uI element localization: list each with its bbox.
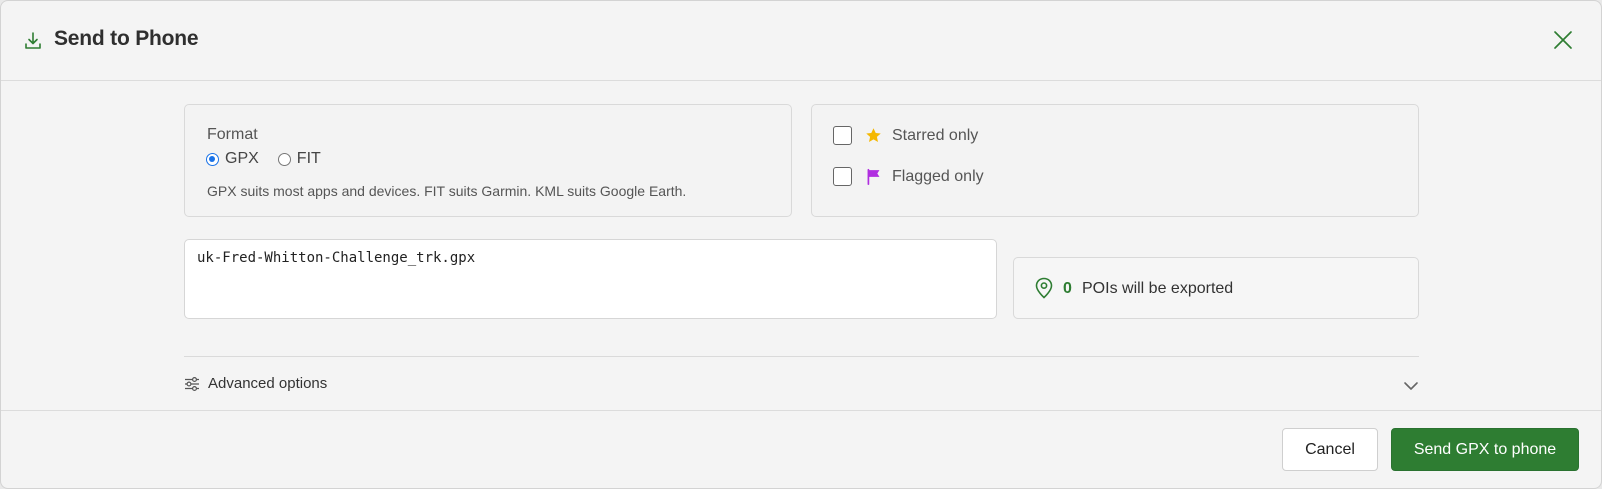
poi-export-text: POIs will be exported bbox=[1082, 280, 1234, 297]
download-icon bbox=[25, 32, 41, 49]
advanced-options-label[interactable]: Advanced options bbox=[208, 375, 327, 392]
format-radio-gpx[interactable] bbox=[206, 152, 219, 166]
send-to-phone-dialog: Send to Phone Format GPX FIT GPX suits m… bbox=[0, 0, 1602, 489]
flagged-only-label[interactable]: Flagged only bbox=[892, 168, 984, 186]
format-radio-group: GPX FIT bbox=[206, 150, 340, 168]
poi-export-summary: 0 POIs will be exported bbox=[1013, 257, 1419, 319]
format-radio-fit[interactable] bbox=[277, 152, 291, 166]
chevron-down-icon[interactable] bbox=[1403, 378, 1419, 394]
format-option-fit-label[interactable]: FIT bbox=[297, 150, 321, 168]
format-card: Format GPX FIT GPX suits most apps and d… bbox=[184, 104, 792, 217]
format-hint: GPX suits most apps and devices. FIT sui… bbox=[207, 183, 687, 199]
format-option-gpx-label[interactable]: GPX bbox=[225, 150, 259, 168]
filter-card: Starred only Flagged only bbox=[811, 104, 1419, 217]
starred-only-checkbox[interactable] bbox=[833, 126, 852, 145]
filter-flagged-row[interactable]: Flagged only bbox=[833, 167, 984, 186]
cancel-button[interactable]: Cancel bbox=[1282, 428, 1378, 471]
star-icon bbox=[866, 128, 881, 142]
flagged-only-checkbox[interactable] bbox=[833, 167, 852, 186]
starred-only-label[interactable]: Starred only bbox=[892, 127, 978, 145]
format-label: Format bbox=[207, 126, 258, 143]
divider bbox=[184, 356, 1419, 357]
flag-icon bbox=[867, 168, 880, 185]
dialog-header: Send to Phone bbox=[1, 1, 1601, 81]
close-icon[interactable] bbox=[1552, 29, 1574, 51]
advanced-options-toggle[interactable]: Advanced options bbox=[184, 373, 1419, 399]
dialog-title: Send to Phone bbox=[54, 27, 199, 50]
sliders-icon bbox=[185, 377, 199, 392]
footer-divider bbox=[1, 410, 1601, 411]
send-gpx-button[interactable]: Send GPX to phone bbox=[1391, 428, 1579, 471]
poi-count: 0 bbox=[1063, 280, 1072, 297]
filter-starred-row[interactable]: Starred only bbox=[833, 126, 978, 145]
map-pin-icon bbox=[1035, 277, 1053, 299]
filename-field[interactable] bbox=[184, 239, 997, 319]
